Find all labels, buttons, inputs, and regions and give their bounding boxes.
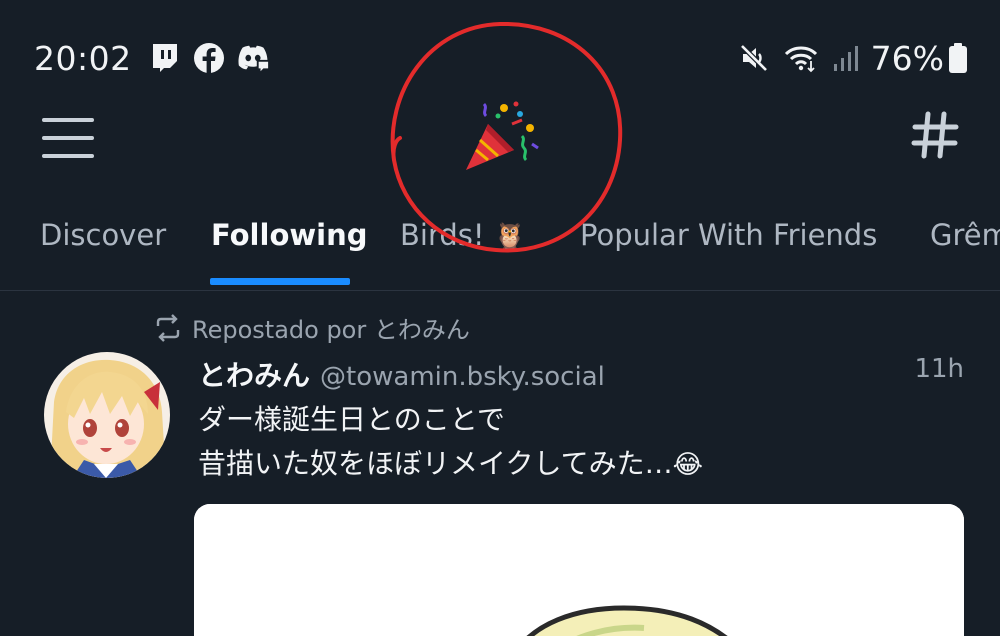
tears-of-joy-emoji-icon: 😂 xyxy=(672,450,703,480)
twitch-icon xyxy=(148,41,182,75)
post-author-line: とわみん @towamin.bsky.social 11h xyxy=(198,354,964,394)
signal-icon xyxy=(833,44,859,72)
wifi-icon xyxy=(783,43,819,73)
post-text-line-2: 昔描いた奴をほぼリメイクしてみた…😂 xyxy=(198,442,703,487)
owl-emoji-icon: 🦉 xyxy=(493,222,527,252)
author-avatar[interactable] xyxy=(44,352,170,478)
status-right: 76% xyxy=(725,39,968,78)
facebook-icon xyxy=(192,41,226,75)
post-body: ダー様誕生日とのことで 昔描いた奴をほぼリメイクしてみた…😂 xyxy=(198,398,703,487)
status-clock: 20:02 xyxy=(34,38,132,78)
status-left: 20:02 xyxy=(34,39,280,78)
tab-following[interactable]: Following xyxy=(211,218,368,252)
repost-label: Repostado por とわみん xyxy=(192,316,470,344)
hashtag-feeds-icon[interactable] xyxy=(910,110,960,160)
tab-birds-label: Birds! xyxy=(400,218,494,252)
repost-indicator[interactable]: Repostado por とわみん xyxy=(154,310,470,345)
app-screen: 20:02 76% Discover Following Birds! 🦉 Po… xyxy=(0,0,1000,636)
tab-discover[interactable]: Discover xyxy=(40,218,166,252)
battery-icon xyxy=(948,42,968,74)
author-name[interactable]: とわみん xyxy=(198,354,310,394)
hamburger-menu-icon[interactable] xyxy=(42,118,94,158)
menu-bar-line xyxy=(42,136,94,140)
menu-bar-line xyxy=(42,154,94,158)
mute-icon xyxy=(739,43,769,73)
party-popper-logo-icon[interactable] xyxy=(458,100,542,178)
tab-popular-with-friends[interactable]: Popular With Friends xyxy=(580,218,877,252)
post-text-line-content: 昔描いた奴をほぼリメイクしてみた… xyxy=(198,447,673,480)
author-handle[interactable]: @towamin.bsky.social xyxy=(320,362,605,392)
tab-gremio[interactable]: Grêm xyxy=(930,218,1000,252)
discord-icon xyxy=(236,41,270,75)
post-image-attachment[interactable] xyxy=(194,504,964,636)
repost-icon xyxy=(156,313,180,342)
post-text-line: ダー様誕生日とのことで xyxy=(198,403,505,436)
active-tab-indicator xyxy=(210,278,350,285)
post-timestamp[interactable]: 11h xyxy=(914,354,964,384)
battery-percent: 76% xyxy=(870,38,944,78)
status-bar: 20:02 76% xyxy=(34,30,968,86)
tab-birds[interactable]: Birds! 🦉 xyxy=(400,218,526,252)
menu-bar-line xyxy=(42,118,94,122)
feed-tabs: Discover Following Birds! 🦉 Popular With… xyxy=(0,212,1000,291)
